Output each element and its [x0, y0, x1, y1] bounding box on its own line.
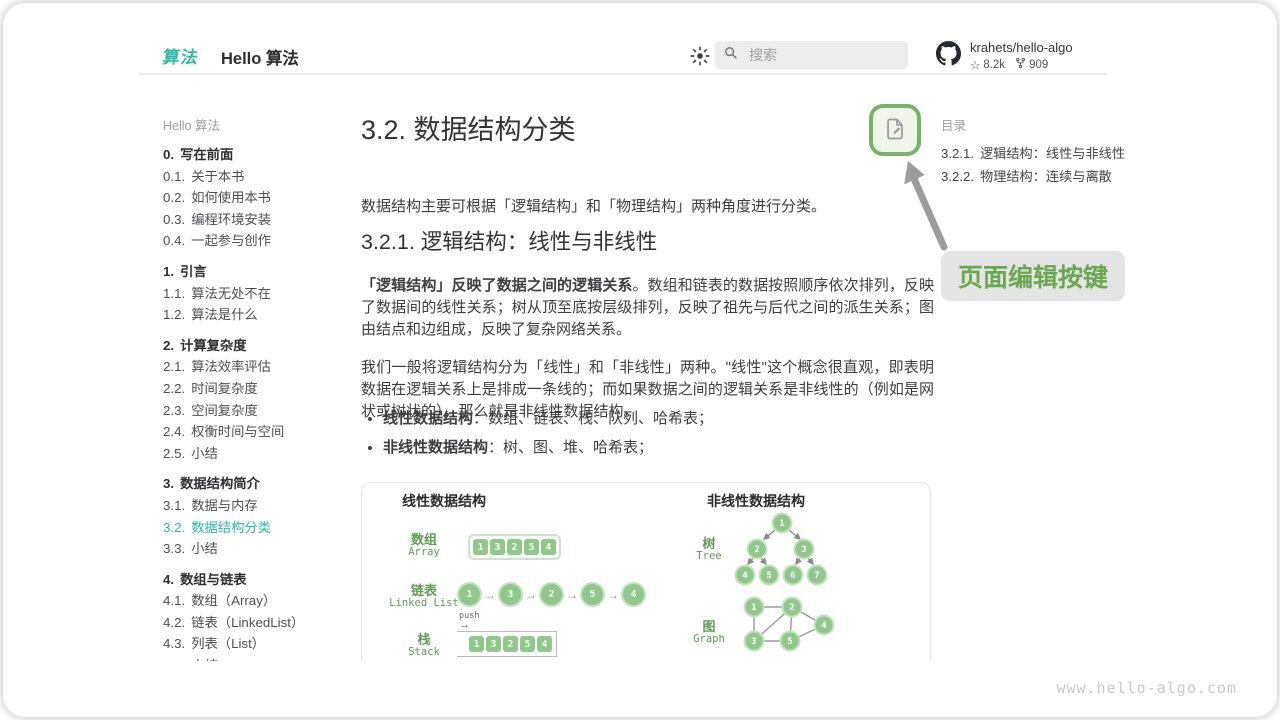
sidebar-nav: Hello 算法 0.写在前面 0.1.关于本书 0.2.如何使用本书 0.3.… — [163, 115, 353, 661]
arrow-right-icon: → — [566, 588, 578, 602]
sidebar-item-3[interactable]: 3.数据结构简介 — [163, 473, 353, 495]
sidebar-item-1-2[interactable]: 1.2.算法是什么 — [163, 304, 353, 326]
sidebar-item-2-3[interactable]: 2.3.空间复杂度 — [163, 400, 353, 422]
arrow-right-icon: → — [525, 588, 537, 602]
sidebar-item-1-1[interactable]: 1.1.算法无处不在 — [163, 283, 353, 305]
sidebar-item-0-2[interactable]: 0.2.如何使用本书 — [163, 187, 353, 209]
arrow-right-icon: → — [484, 588, 496, 602]
stack-label-en: Stack — [399, 646, 449, 658]
svg-text:5: 5 — [787, 637, 792, 647]
svg-text:1: 1 — [751, 603, 756, 613]
toc-panel: 目录 3.2.1.逻辑结构：线性与非线性 3.2.2.物理结构：连续与离散 — [941, 115, 1161, 188]
sidebar-item-2[interactable]: 2.计算复杂度 — [163, 335, 353, 357]
fork-icon — [1015, 57, 1026, 72]
sidebar-item-0-3[interactable]: 0.3.编程环境安装 — [163, 209, 353, 231]
array-label-en: Array — [399, 546, 449, 558]
viewport-clip: 算法 Hello 算法 — [3, 3, 1277, 661]
sidebar-item-4-4[interactable]: 4.4.小结 — [163, 655, 353, 661]
structure-list: 线性数据结构：数组、链表、栈、队列、哈希表； 非线性数据结构：树、图、堆、哈希表… — [361, 408, 713, 466]
svg-text:5: 5 — [766, 571, 771, 581]
list-item-nonlinear: 非线性数据结构：树、图、堆、哈希表； — [383, 437, 713, 459]
paragraph-logic-structure: 「逻辑结构」反映了数据之间的逻辑关系。数组和链表的数据按照顺序依次排列，反映了数… — [361, 275, 934, 341]
watermark: www.hello-algo.com — [1056, 679, 1237, 697]
linked-list-diagram: 1→ 3→ 2→ 5→ 4 — [457, 582, 646, 607]
sidebar-item-4[interactable]: 4.数组与链表 — [163, 569, 353, 591]
sidebar-root-link[interactable]: Hello 算法 — [163, 115, 353, 134]
svg-text:3: 3 — [801, 545, 806, 555]
sidebar-item-4-3[interactable]: 4.3.列表（List） — [163, 633, 353, 655]
file-edit-icon — [882, 116, 908, 145]
toc-item-logic[interactable]: 3.2.1.逻辑结构：线性与非线性 — [941, 143, 1161, 166]
star-count: 8.2k — [983, 59, 1005, 71]
svg-text:1: 1 — [779, 519, 784, 529]
tree-diagram: 1 2 3 4 5 6 7 — [724, 511, 836, 591]
header-divider — [139, 73, 1107, 75]
sidebar-item-2-5[interactable]: 2.5.小结 — [163, 443, 353, 465]
sidebar-item-1[interactable]: 1.引言 — [163, 261, 353, 283]
annotation-label: 页面编辑按键 — [941, 251, 1125, 301]
page-card: 算法 Hello 算法 — [3, 3, 1277, 717]
svg-text:2: 2 — [789, 603, 794, 613]
svg-text:2: 2 — [754, 545, 759, 555]
svg-text:3: 3 — [751, 637, 756, 647]
svg-text:6: 6 — [790, 571, 795, 581]
sidebar-item-2-4[interactable]: 2.4.权衡时间与空间 — [163, 421, 353, 443]
fork-count: 909 — [1029, 59, 1048, 71]
sidebar-item-0-1[interactable]: 0.1.关于本书 — [163, 166, 353, 188]
site-title[interactable]: Hello 算法 — [221, 45, 299, 69]
hello-algo-logo-icon[interactable]: 算法 — [161, 43, 201, 68]
sidebar-item-0-4[interactable]: 0.4.一起参与创作 — [163, 230, 353, 252]
github-icon — [936, 41, 961, 71]
graph-diagram: 1 2 4 3 5 — [722, 595, 842, 657]
theme-toggle-button[interactable] — [689, 45, 711, 67]
sidebar-item-2-2[interactable]: 2.2.时间复杂度 — [163, 378, 353, 400]
array-diagram: 1 3 2 5 4 — [468, 534, 561, 560]
section-heading: 3.2.1. 逻辑结构：线性与非线性 — [361, 225, 657, 256]
sidebar-item-3-2-active[interactable]: 3.2.数据结构分类 — [163, 517, 353, 539]
svg-text:7: 7 — [814, 571, 819, 581]
data-structure-figure: 线性数据结构 非线性数据结构 数组 Array 1 3 2 5 4 链表 Lin… — [361, 482, 931, 661]
svg-text:4: 4 — [742, 571, 748, 581]
sidebar-item-3-1[interactable]: 3.1.数据与内存 — [163, 495, 353, 517]
page-title: 3.2. 数据结构分类 — [361, 108, 576, 147]
search-box[interactable] — [715, 41, 908, 69]
svg-text:4: 4 — [821, 621, 827, 631]
page-edit-button[interactable] — [869, 104, 921, 156]
sidebar-item-2-1[interactable]: 2.1.算法效率评估 — [163, 356, 353, 378]
sidebar-item-0[interactable]: 0.写在前面 — [163, 144, 353, 166]
brightness-icon — [689, 55, 711, 70]
toc-title: 目录 — [941, 115, 1161, 134]
intro-paragraph: 数据结构主要可根据「逻辑结构」和「物理结构」两种角度进行分类。 — [361, 195, 826, 216]
list-item-linear: 线性数据结构：数组、链表、栈、队列、哈希表； — [383, 408, 713, 430]
figure-nonlinear-title: 非线性数据结构 — [707, 491, 805, 511]
stack-diagram: 1 3 2 5 4 — [457, 631, 557, 657]
search-input[interactable] — [747, 46, 891, 64]
search-icon — [723, 45, 739, 66]
linked-list-label-en: Linked List — [379, 597, 469, 609]
push-arrow-icon: → — [459, 621, 470, 629]
sidebar-item-3-3[interactable]: 3.3.小结 — [163, 538, 353, 560]
star-icon: ☆ — [970, 58, 980, 72]
arrow-right-icon: → — [607, 588, 619, 602]
sidebar-item-4-1[interactable]: 4.1.数组（Array） — [163, 590, 353, 612]
figure-linear-title: 线性数据结构 — [402, 491, 486, 511]
toc-item-physical[interactable]: 3.2.2.物理结构：连续与离散 — [941, 166, 1161, 189]
sidebar-item-4-2[interactable]: 4.2.链表（LinkedList） — [163, 612, 353, 634]
repo-name: krahets/hello-algo — [970, 40, 1073, 55]
github-repo-link[interactable]: krahets/hello-algo ☆ 8.2k 909 — [936, 40, 1073, 72]
